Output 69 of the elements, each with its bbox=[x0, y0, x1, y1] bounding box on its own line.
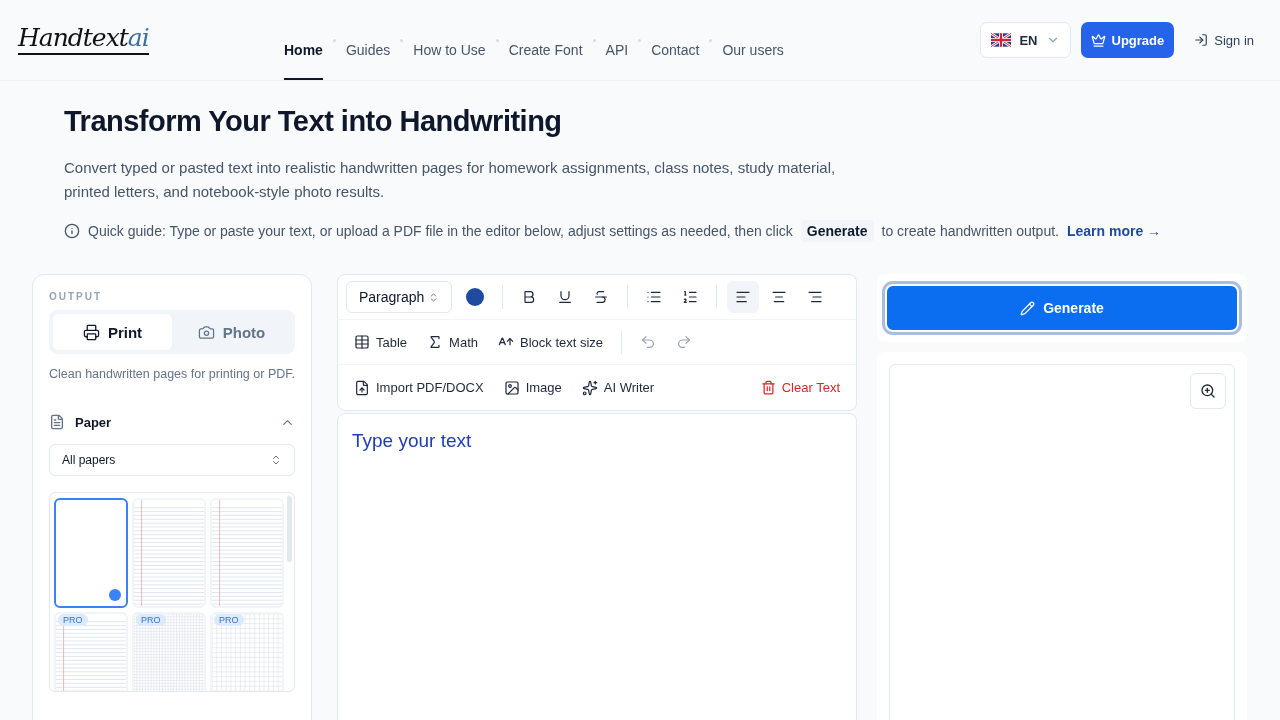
selected-indicator bbox=[109, 589, 121, 601]
language-select[interactable]: EN bbox=[980, 22, 1071, 58]
generate-key: Generate bbox=[800, 220, 874, 242]
page-description: Convert typed or pasted text into realistic handwritten pages for homework assignments, class notes, study material, printed letters, and notebook-style photo results. bbox=[64, 158, 837, 202]
action-button[interactable]: AI Writer bbox=[573, 371, 663, 404]
paper-filter-select[interactable]: All papers bbox=[49, 444, 295, 476]
align-right-icon bbox=[807, 289, 824, 305]
file-upload-icon bbox=[354, 379, 370, 396]
paper-option[interactable]: PRO bbox=[132, 612, 206, 691]
output-mode-tab[interactable]: Print bbox=[53, 314, 172, 350]
bullet-list-icon bbox=[646, 289, 663, 305]
section-title: Paper bbox=[75, 414, 113, 430]
pencil-icon bbox=[1020, 300, 1036, 316]
align-center-icon bbox=[771, 289, 788, 305]
info-icon bbox=[64, 223, 80, 239]
learn-more-link[interactable]: Learn more → bbox=[1066, 223, 1162, 239]
nav-link[interactable]: Home bbox=[284, 12, 323, 80]
guide-text: Quick guide: Type or paste your text, or upload a PDF file in the editor below, adjust settings as needed, then click bbox=[88, 223, 793, 239]
paper-option[interactable] bbox=[54, 498, 128, 608]
generate-button[interactable]: Generate bbox=[885, 284, 1239, 332]
nav-link[interactable]: API bbox=[605, 12, 629, 80]
text-field[interactable]: Type your text bbox=[337, 413, 857, 720]
page-title: Transform Your Text into Handwriting bbox=[64, 105, 563, 138]
insert-button[interactable]: Block text size bbox=[490, 326, 612, 358]
sparkles-icon bbox=[581, 379, 598, 396]
uk-flag-icon bbox=[991, 33, 1012, 47]
sign-in-icon bbox=[1194, 33, 1209, 47]
format-select[interactable]: Paragraph bbox=[346, 281, 453, 313]
pro-tag: PRO bbox=[136, 614, 166, 626]
upgrade-button[interactable]: Upgrade bbox=[1080, 22, 1175, 58]
scrollbar[interactable] bbox=[287, 496, 292, 562]
sign-in-link[interactable]: Sign in bbox=[1186, 26, 1262, 54]
nav-link[interactable]: How to Use bbox=[413, 12, 486, 80]
section-heading: OUTPUT bbox=[49, 291, 104, 302]
nav-link[interactable]: Guides bbox=[345, 12, 391, 80]
insert-button[interactable]: Table bbox=[346, 326, 416, 358]
insert-button[interactable]: Math bbox=[419, 326, 486, 358]
clear-text-button[interactable]: Clear Text bbox=[752, 371, 848, 404]
action-button[interactable]: Image bbox=[495, 371, 570, 404]
strikethrough-icon bbox=[593, 289, 610, 305]
paper-option[interactable]: PRO bbox=[54, 612, 128, 691]
guide-text: to create handwritten output. bbox=[881, 223, 1059, 239]
crown-icon bbox=[1090, 32, 1106, 48]
align-left-icon bbox=[735, 289, 752, 305]
paper-option[interactable]: PRO bbox=[210, 612, 284, 691]
sort-icon bbox=[270, 454, 282, 466]
document-icon bbox=[49, 414, 65, 430]
logo[interactable]: Handtextai bbox=[18, 25, 149, 55]
redo-icon bbox=[676, 334, 693, 350]
table-icon bbox=[354, 334, 370, 350]
pro-tag: PRO bbox=[214, 614, 244, 626]
output-mode-tab[interactable]: Photo bbox=[172, 314, 291, 350]
nav-link[interactable]: Our users bbox=[722, 12, 784, 80]
action-button[interactable]: Import PDF/DOCX bbox=[346, 371, 492, 404]
nav-link[interactable]: Create Font bbox=[508, 12, 583, 80]
zoom-in-button[interactable] bbox=[1190, 373, 1226, 409]
zoom-in-icon bbox=[1200, 383, 1216, 399]
undo-icon bbox=[640, 334, 657, 350]
numbered-list-icon bbox=[682, 289, 699, 305]
text-color-swatch[interactable] bbox=[466, 288, 485, 306]
printer-icon bbox=[82, 323, 100, 341]
image-icon bbox=[503, 379, 520, 396]
underline-icon bbox=[557, 289, 574, 305]
pro-tag: PRO bbox=[58, 614, 88, 626]
mode-description: Clean handwritten pages for printing or PDF. bbox=[49, 366, 295, 383]
align-button[interactable] bbox=[727, 281, 760, 313]
trash-icon bbox=[760, 380, 776, 395]
nav-link[interactable]: Contact bbox=[651, 12, 700, 80]
camera-icon bbox=[197, 323, 215, 341]
